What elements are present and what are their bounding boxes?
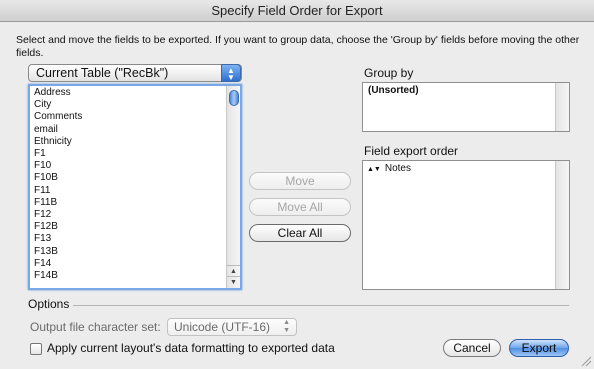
group-by-label: Group by — [364, 66, 414, 80]
list-item[interactable]: F12 — [34, 209, 240, 221]
list-item[interactable]: F12B — [34, 221, 240, 233]
scroll-up-arrow-icon[interactable]: ▲ — [227, 265, 240, 276]
group-by-list[interactable]: (Unsorted) — [362, 82, 570, 132]
list-item[interactable]: email — [34, 124, 240, 136]
group-by-scrollbar[interactable] — [555, 83, 569, 131]
list-item[interactable]: F10B — [34, 172, 240, 184]
field-export-order-scrollbar[interactable] — [555, 161, 569, 289]
list-item[interactable]: Comments — [34, 111, 240, 123]
field-list-scrollbar[interactable]: ▲ ▼ — [226, 86, 240, 288]
apply-formatting-label[interactable]: Apply current layout's data formatting t… — [47, 341, 335, 355]
list-item[interactable]: F11 — [34, 185, 240, 197]
options-divider — [73, 305, 569, 306]
list-item[interactable]: F10 — [34, 160, 240, 172]
list-item[interactable]: Address — [34, 87, 240, 99]
list-item[interactable]: F13 — [34, 233, 240, 245]
available-fields-list[interactable]: Address City Comments email Ethnicity F1… — [28, 84, 242, 290]
resize-grip-icon[interactable] — [580, 355, 592, 367]
charset-value: Unicode (UTF-16) — [174, 320, 271, 334]
export-button[interactable]: Export — [509, 339, 569, 357]
move-button[interactable]: Move — [249, 172, 351, 190]
scroll-thumb[interactable] — [229, 90, 239, 106]
popup-stepper-icon: ▲ ▼ — [221, 64, 241, 82]
move-all-button[interactable]: Move All — [249, 198, 351, 216]
options-section-label: Options — [28, 297, 70, 311]
list-item[interactable]: City — [34, 99, 240, 111]
charset-label: Output file character set: — [30, 320, 161, 334]
list-item[interactable]: F1 — [34, 148, 240, 160]
table-selector-value: Current Table ("RecBk") — [36, 66, 169, 80]
field-export-order-list[interactable]: ▲▼ Notes — [362, 160, 570, 290]
charset-stepper-icon: ▲ ▼ — [283, 319, 290, 334]
list-item-label: Notes — [384, 163, 411, 174]
list-item[interactable]: F13B — [34, 246, 240, 258]
list-item[interactable]: F11B — [34, 197, 240, 209]
window-title: Specify Field Order for Export — [0, 0, 594, 22]
list-item[interactable]: F14 — [34, 258, 240, 270]
apply-formatting-checkbox[interactable] — [30, 343, 42, 355]
list-item[interactable]: ▲▼ Notes — [363, 161, 569, 174]
reorder-handle-icon[interactable]: ▲▼ — [367, 166, 381, 173]
list-item[interactable]: F14B — [34, 270, 240, 282]
clear-all-button[interactable]: Clear All — [249, 224, 351, 242]
field-export-order-label: Field export order — [364, 144, 459, 158]
cancel-button[interactable]: Cancel — [443, 339, 501, 357]
instructions-text: Select and move the fields to be exporte… — [16, 34, 580, 59]
scroll-down-arrow-icon[interactable]: ▼ — [227, 276, 240, 287]
charset-select[interactable]: Unicode (UTF-16) ▲ ▼ — [167, 318, 297, 336]
list-item[interactable]: (Unsorted) — [363, 83, 569, 96]
table-selector-popup[interactable]: Current Table ("RecBk") ▲ ▼ — [28, 64, 242, 82]
list-item[interactable]: Ethnicity — [34, 136, 240, 148]
